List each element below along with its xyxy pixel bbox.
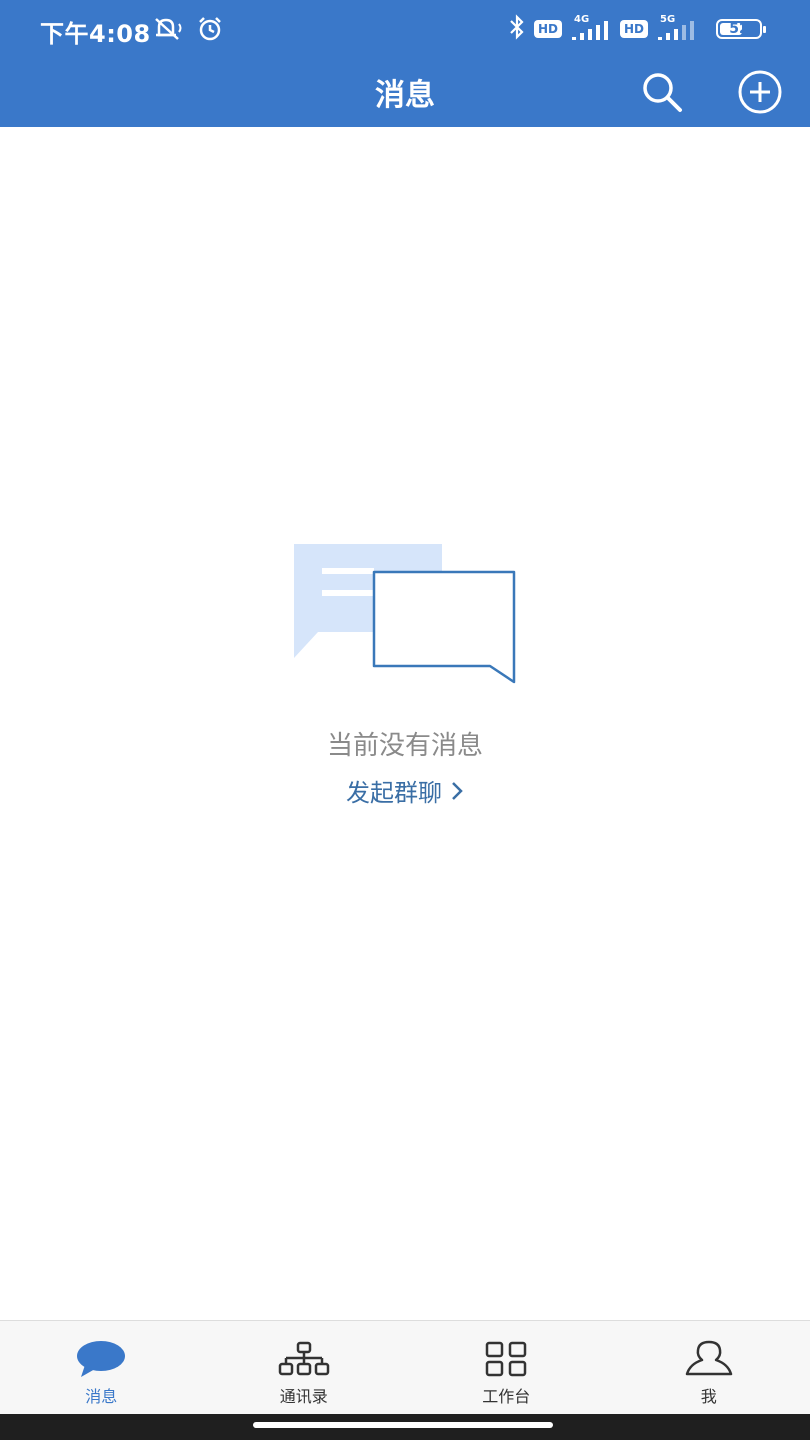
tab-label: 工作台 — [482, 1387, 531, 1406]
network-type-5g: 5G — [660, 14, 676, 25]
empty-message: 当前没有消息 — [326, 731, 483, 761]
tab-label: 通讯录 — [279, 1387, 328, 1406]
search-button[interactable] — [638, 68, 686, 116]
user-icon — [682, 1339, 736, 1379]
status-bar: 下午4:08 HD 4G HD 5G 52 — [0, 0, 810, 58]
start-group-chat-link[interactable]: 发起群聊 — [305, 773, 505, 808]
bottom-tab-bar: 消息 通讯录 工作台 我 — [0, 1320, 810, 1414]
title-bar: 消息 — [0, 58, 810, 127]
start-group-chat-label: 发起群聊 — [346, 779, 442, 807]
bluetooth-icon — [508, 14, 526, 44]
hd-icon: HD — [619, 20, 648, 38]
chat-bubble-icon — [74, 1339, 128, 1379]
app-header: 下午4:08 HD 4G HD 5G 52 消息 — [0, 0, 810, 127]
add-circle-icon — [738, 70, 782, 114]
status-time: 下午4:08 — [40, 20, 151, 48]
empty-state: 当前没有消息 发起群聊 — [0, 520, 810, 840]
alarm-icon — [196, 16, 224, 46]
grid-icon — [479, 1339, 533, 1379]
add-button[interactable] — [736, 68, 784, 116]
battery-icon: 52 — [716, 19, 766, 39]
battery-level: 52 — [729, 21, 749, 37]
tab-contacts[interactable]: 通讯录 — [203, 1321, 406, 1414]
signal-icon: 5G — [656, 14, 704, 41]
search-icon — [643, 73, 682, 112]
chat-bubbles-icon — [294, 544, 516, 684]
org-chart-icon — [277, 1339, 331, 1379]
home-indicator[interactable] — [253, 1422, 553, 1428]
tab-label: 我 — [700, 1387, 717, 1406]
tab-label: 消息 — [85, 1387, 118, 1406]
messages-screen: 下午4:08 HD 4G HD 5G 52 消息 当前没有消息 发起群聊 消息 … — [0, 0, 810, 1440]
network-type-4g: 4G — [573, 14, 590, 25]
signal-icon: 4G — [570, 14, 612, 41]
system-gesture-bar — [0, 1414, 810, 1440]
status-left-icons — [152, 16, 224, 46]
status-right-icons: HD 4G HD 5G 52 — [508, 14, 766, 44]
chevron-right-icon — [452, 781, 463, 800]
hd-icon: HD — [533, 20, 562, 38]
mute-icon — [152, 16, 186, 46]
tab-messages[interactable]: 消息 — [0, 1321, 203, 1414]
tab-workbench[interactable]: 工作台 — [405, 1321, 608, 1414]
tab-me[interactable]: 我 — [608, 1321, 810, 1414]
page-title: 消息 — [375, 78, 435, 113]
